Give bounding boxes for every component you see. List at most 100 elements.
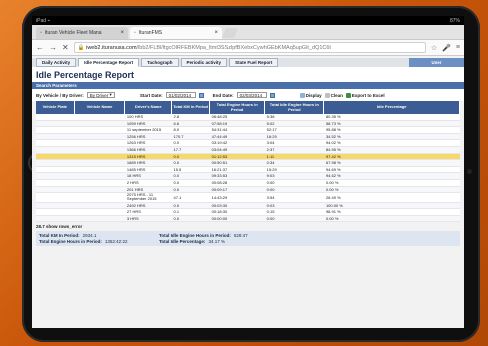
tab-state-fuel[interactable]: State Fuel Report xyxy=(229,58,279,67)
table-row[interactable]: 1689 HRS 0.0 00:50:51 0:34 67.98 % xyxy=(36,159,460,167)
star-icon[interactable]: ☆ xyxy=(431,44,437,52)
close-icon[interactable]: × xyxy=(214,30,218,36)
page-icon: ▫ xyxy=(40,30,42,36)
browser-tab-fleet[interactable]: ▫ Ituran Vehicle Fleet Mana × xyxy=(36,27,128,39)
total-idle-hours: Total Idle Engine Hours in Period: 528:47 xyxy=(159,233,457,238)
clean-button[interactable]: Clean xyxy=(324,92,343,98)
total-idle-value: 528:47 xyxy=(233,233,248,239)
table-row[interactable]: 2492 HRS 0.0 00:03:30 0:03 100.00 % xyxy=(36,202,460,210)
row-count: 28.7 show rows_error xyxy=(36,224,83,230)
total-engine-hours: Total Engine Hours in Period: 1352:42:22 xyxy=(39,239,159,244)
close-icon[interactable]: × xyxy=(120,30,124,36)
total-km: Total KM In Period: 2934.1 xyxy=(39,233,159,238)
table-cell: 0.00 % xyxy=(323,186,460,194)
table-row[interactable]: 1263 HRS 0.0 03:19:42 3:04 94.02 % xyxy=(36,139,460,147)
table-cell: 1263 HRS xyxy=(124,139,172,147)
table-cell xyxy=(74,215,125,223)
table-row[interactable]: 1366 HRS 17.7 03:04:49 2:37 84.95 % xyxy=(36,146,460,154)
table-cell: 1366 HRS xyxy=(124,146,172,154)
browser-tab-ituranfms[interactable]: ▫ IturanFMS × xyxy=(130,27,222,39)
ipad-background: iPad ⌁ 87% ▫ Ituran Vehicle Fleet Mana ×… xyxy=(0,0,488,346)
table-cell: 00:18:30 xyxy=(209,208,265,216)
table-row[interactable]: 1315 HRS 0.0 01:12:53 1:11 97.42 % xyxy=(36,153,460,161)
table-cell: 47:44:49 xyxy=(209,133,265,141)
table-cell: 16:29 xyxy=(264,133,324,141)
tab-periodic-activity[interactable]: Periodic activity xyxy=(180,58,228,67)
table-cell: 03:04:49 xyxy=(209,146,265,154)
clean-label: Clean xyxy=(330,92,343,98)
browser-tab-strip: ▫ Ituran Vehicle Fleet Mana × ▫ IturanFM… xyxy=(32,25,464,40)
calendar-icon[interactable] xyxy=(198,92,204,98)
table-row[interactable]: 2 HRS 0.0 00:08:28 0:00 0.00 % xyxy=(36,179,460,187)
table-row[interactable]: 27 HRS 0.1 00:18:30 0:15 98.91 % xyxy=(36,208,460,216)
start-date-input[interactable]: 01/02/2014 xyxy=(165,92,196,98)
table-cell: 18 HRS xyxy=(124,172,172,180)
column-header[interactable]: Total Engine Hours in Period xyxy=(209,101,266,114)
table-cell: 100.00 % xyxy=(323,202,460,210)
url-field[interactable]: 🔒 iweb2.ituranusa.com /lbb2/FLBl/ltgcOlR… xyxy=(73,42,426,53)
column-header[interactable]: Idle Percentage xyxy=(323,101,460,114)
by-select[interactable]: By Driver ▾ xyxy=(86,92,115,98)
end-date-input[interactable]: 02/03/2014 xyxy=(236,92,267,98)
table-cell xyxy=(74,126,125,134)
table-cell xyxy=(36,202,75,210)
table-cell: 2075 HRS - 11 September 2015 xyxy=(124,192,172,203)
table-cell: 6.6 xyxy=(171,120,210,128)
export-excel-button[interactable]: Export to Excel xyxy=(345,92,385,98)
table-cell: 07:58:19 xyxy=(209,120,265,128)
browser-screen: iPad ⌁ 87% ▫ Ituran Vehicle Fleet Mana ×… xyxy=(32,16,464,328)
table-row[interactable]: 1059 HRS 6.6 07:58:19 5:02 58.73 % xyxy=(36,120,460,128)
table-row[interactable]: 11 september 2015 8.0 54:31:44 52:17 95.88 % xyxy=(36,126,460,134)
mic-icon[interactable]: 🎤 xyxy=(442,44,451,52)
table-row[interactable]: 201 HRS 0.0 00:09:17 0:00 0.00 % xyxy=(36,186,460,194)
table-cell: 16:21:37 xyxy=(209,166,265,174)
browser-tab-label: Ituran Vehicle Fleet Mana xyxy=(44,30,102,36)
tab-user[interactable]: User xyxy=(409,58,464,67)
table-row[interactable]: 1485 HRS 15.5 16:21:37 15:29 94.69 % xyxy=(36,166,460,174)
new-tab-button[interactable] xyxy=(222,28,238,38)
tab-daily-activity[interactable]: Daily Activity xyxy=(36,58,77,67)
export-label: Export to Excel xyxy=(351,92,385,98)
table-cell: 95.88 % xyxy=(323,126,460,134)
url-host: iweb2.ituranusa.com xyxy=(86,44,137,51)
table-cell: 52:17 xyxy=(264,126,324,134)
column-header[interactable]: Vehicle Name xyxy=(74,101,126,114)
stop-icon[interactable]: ✕ xyxy=(62,43,69,52)
column-header[interactable]: Total Idle Engine Hours in Period xyxy=(264,101,325,114)
page-title: Idle Percentage Report xyxy=(36,70,135,80)
tab-tachograph[interactable]: Tachograph xyxy=(141,58,179,67)
calendar-icon[interactable] xyxy=(269,92,275,98)
table-cell xyxy=(36,192,75,203)
table-cell: 170.7 xyxy=(171,133,210,141)
table-cell: 5:02 xyxy=(264,120,324,128)
display-button[interactable]: Display xyxy=(299,92,322,98)
search-parameters-bar: Search Parameters xyxy=(32,82,464,89)
table-row[interactable]: 1256 HRS 170.7 47:44:49 16:29 34.52 % xyxy=(36,133,460,141)
table-cell: 01:12:53 xyxy=(209,153,265,161)
table-cell: 94.02 % xyxy=(323,139,460,147)
table-cell xyxy=(36,208,75,216)
table-cell xyxy=(74,179,125,187)
table-cell: 00:00:00 xyxy=(209,215,265,223)
column-header[interactable]: Driver's Name xyxy=(124,101,172,114)
table-cell: 3 HRS xyxy=(124,215,172,223)
table-cell: 0.0 xyxy=(171,186,210,194)
forward-icon[interactable]: → xyxy=(49,43,57,52)
table-cell xyxy=(74,166,125,174)
menu-icon[interactable]: ≡ xyxy=(456,44,460,51)
table-cell: 0.0 xyxy=(171,215,210,223)
column-header[interactable]: Vehicle Plate xyxy=(36,101,75,114)
column-header[interactable]: Total KM in Period xyxy=(171,101,211,114)
report-tabs: Daily Activity Idle Percentage Report Ta… xyxy=(32,58,464,67)
table-cell: 0.0 xyxy=(171,153,210,161)
end-date-label: End Date: xyxy=(212,92,234,98)
table-cell xyxy=(74,146,125,154)
table-body: 100 HRS 2.8 06:48:25 5:38 80.35 % 1059 HRS 6.6… xyxy=(36,114,460,223)
tab-idle-percentage[interactable]: Idle Percentage Report xyxy=(78,58,140,67)
back-icon[interactable]: ← xyxy=(36,43,44,52)
table-cell: 8.0 xyxy=(171,126,210,134)
table-row[interactable]: 2075 HRS - 11 September 2015 47.1 14:43:29… xyxy=(36,192,460,203)
total-engine-value: 1352:42:22 xyxy=(104,239,128,245)
table-row[interactable]: 18 HRS 0.0 09:33:53 9:03 94.62 % xyxy=(36,172,460,180)
table-row[interactable]: 3 HRS 0.0 00:00:00 0:00 0.00 % xyxy=(36,215,460,223)
